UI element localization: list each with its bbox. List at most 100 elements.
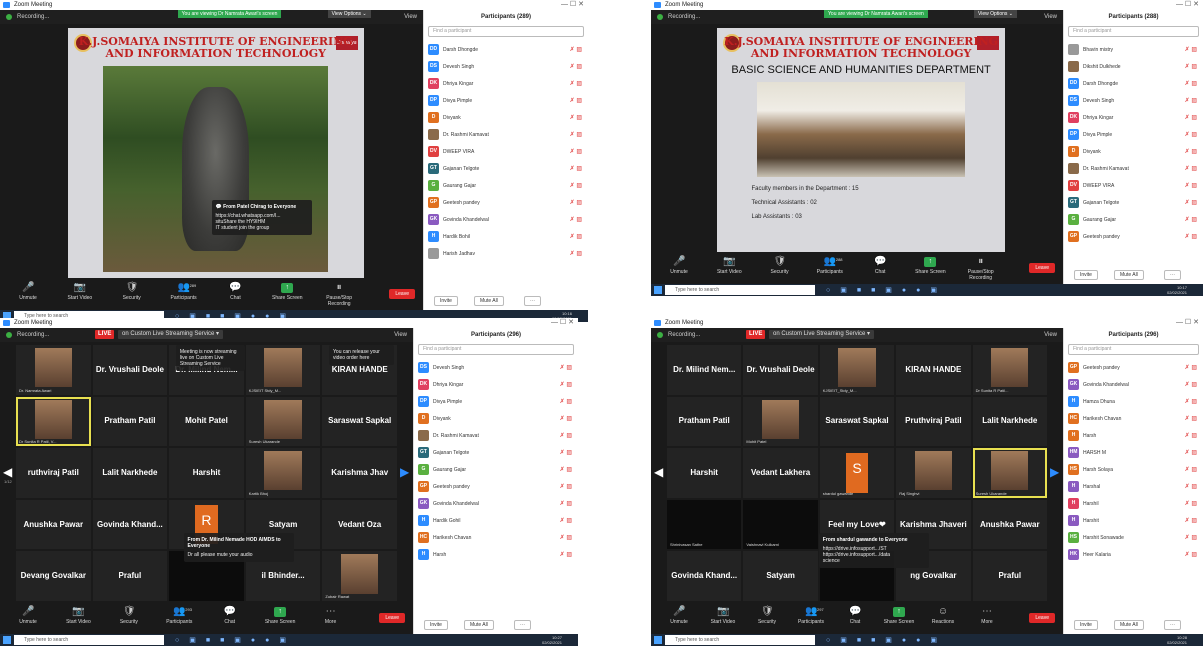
video-tile[interactable]: Dr. Milind Nem... [667,345,742,395]
video-tile[interactable]: Kartik Bhoj [245,448,321,498]
participant-row[interactable]: H Harshil ✗ ▨ [1068,496,1199,513]
video-tile[interactable]: Praful [92,551,168,601]
live-badge[interactable]: LIVE [95,330,115,339]
participant-row[interactable]: DK Dhriya Kingar ✗ ▨ [1068,110,1199,127]
toolbar-start-videobutton[interactable]: 📷 Start Video [703,607,743,626]
toolbar-reactionsbutton[interactable]: ☺ Reactions [923,607,963,626]
toolbar-share-screenbutton[interactable]: ↑ Share Screen [879,607,919,625]
participant-row[interactable]: DS Devesh Singh ✗ ▨ [418,360,574,377]
participant-search-input[interactable]: Find a participant [1068,344,1199,355]
live-badge[interactable]: LIVE [746,330,766,339]
video-tile[interactable]: Dr. Vrushali Deole [92,345,168,395]
toolbar-securitybutton[interactable]: 🛡 Security [112,283,152,302]
participant-row[interactable]: H Harshit ✗ ▨ [1068,513,1199,530]
video-tile[interactable]: Saraswat Sapkal [322,396,397,447]
video-tile[interactable]: Sshardul gawande [819,448,895,498]
video-tile[interactable]: Anushka Pawar [16,499,91,550]
streaming-service-dropdown[interactable]: on Custom Live Streaming Service ▾ [769,330,875,339]
toolbar-unmutebutton[interactable]: 🎤 Unmute [659,257,699,276]
toolbar-start-videobutton[interactable]: 📷 Start Video [709,257,749,276]
more-options-button[interactable]: ⋯ [514,620,531,630]
recording-indicator[interactable]: Recording... [17,328,49,342]
window-controls[interactable]: — ☐ ✕ [1176,0,1199,10]
leave-meeting-button[interactable]: Leave [389,289,415,299]
video-tile[interactable]: KJSIEIT_Stdy_M... [819,345,895,395]
toolbar-participantsbutton[interactable]: 👥 288 Participants [810,257,850,276]
participant-row[interactable]: DD Darsh Dhongde ✗ ▨ [1068,76,1199,93]
participant-row[interactable]: HM HARSH M ✗ ▨ [1068,445,1199,462]
video-tile[interactable]: Zubair Rawat [322,551,397,601]
mute-all-button[interactable]: Mute All [1114,620,1144,630]
participant-row[interactable]: GT Gajanan Telgote ✗ ▨ [428,161,584,178]
participant-row[interactable]: HS Harshit Sonawade ✗ ▨ [1068,530,1199,547]
participant-row[interactable]: Dr. Rashmi Kamavat ✗ ▨ [1068,161,1199,178]
video-tile[interactable]: Dr Sunita R Patil, V... [16,396,91,447]
participant-row[interactable]: DS Devesh Singh ✗ ▨ [428,59,584,76]
encryption-shield-icon[interactable] [6,14,12,20]
toolbar-pause-stop-recordingbutton[interactable]: ⏸ Pause/Stop Recording [319,283,359,308]
toolbar-unmutebutton[interactable]: 🎤 Unmute [8,283,48,302]
toolbar-securitybutton[interactable]: 🛡 Security [747,607,787,626]
participant-row[interactable]: H Hamza Dhuna ✗ ▨ [1068,394,1199,411]
video-tile[interactable]: Vedant Lakhera [743,448,818,498]
recording-indicator[interactable]: Recording... [668,10,700,24]
next-page-arrow-icon[interactable]: ▶ [400,465,409,479]
toolbar-share-screenbutton[interactable]: ↑ Share Screen [910,257,950,275]
participant-row[interactable]: H Harsh ✗ ▨ [418,547,574,564]
video-tile[interactable]: Harshit [169,448,244,498]
invite-button[interactable]: Invite [1074,270,1098,280]
participant-row[interactable]: DK Dhriya Kingar ✗ ▨ [428,76,584,93]
prev-page-arrow-icon[interactable]: ◀ [654,465,663,479]
streaming-service-dropdown[interactable]: on Custom Live Streaming Service ▾ [118,330,224,339]
participant-row[interactable]: DS Devesh Singh ✗ ▨ [1068,93,1199,110]
mute-all-button[interactable]: Mute All [474,296,504,306]
participant-row[interactable]: Dr. Rashmi Kamavat ✗ ▨ [418,428,574,445]
video-tile[interactable]: Mohit Patel [169,396,244,447]
participant-row[interactable]: GK Govinda Khandelwal ✗ ▨ [1068,377,1199,394]
video-tile[interactable]: Karishma Jhav [322,448,397,498]
participant-row[interactable]: GP Geetesh pandey ✗ ▨ [428,195,584,212]
toolbar-participantsbutton[interactable]: 👥 293 Participants [159,607,199,626]
taskbar-app-icons[interactable]: ○▣■■▣●●▣ [826,636,947,644]
chat-notification-popup[interactable]: From shardul gawande to Everyone https://… [818,532,929,568]
invite-button[interactable]: Invite [434,296,458,306]
video-tile[interactable]: Harshit [667,448,742,498]
participant-row[interactable]: DV DWEEP VIRA ✗ ▨ [428,144,584,161]
view-button[interactable]: View [1044,328,1057,342]
participant-row[interactable]: DV DWEEP VIRA ✗ ▨ [1068,178,1199,195]
participant-row[interactable]: HC Harikesh Chavan ✗ ▨ [418,530,574,547]
participant-row[interactable]: Dr. Rashmi Kamavat ✗ ▨ [428,127,584,144]
video-tile[interactable]: Govinda Khand... [92,499,168,550]
toolbar-share-screenbutton[interactable]: ↑ Share Screen [267,283,307,301]
encryption-shield-icon[interactable] [657,332,663,338]
participant-row[interactable]: GK Govinda Khandelwal ✗ ▨ [418,496,574,513]
encryption-shield-icon[interactable] [6,332,12,338]
participant-search-input[interactable]: Find a participant [1068,26,1199,37]
participant-row[interactable]: GT Gajanan Telgote ✗ ▨ [418,445,574,462]
windows-start-icon[interactable] [3,636,11,644]
video-tile[interactable]: Lalit Narkhede [92,448,168,498]
video-tile[interactable]: Praful [972,551,1047,601]
video-tile[interactable]: Mohit Patel [743,396,818,447]
taskbar-search-input[interactable]: Type here to search [665,285,815,295]
prev-page-arrow-icon[interactable]: ◀ [3,465,12,479]
windows-start-icon[interactable] [654,636,662,644]
view-button[interactable]: View [394,328,407,342]
video-tile[interactable]: Dr Sunita R Patil... [972,345,1047,395]
toolbar-chatbutton[interactable]: 💬 Chat [215,283,255,302]
toolbar-participantsbutton[interactable]: 👥 289 Participants [164,283,204,302]
video-tile[interactable]: Shrinivasan Sathe [667,499,742,550]
video-tile[interactable]: Raj Singhvi [896,448,971,498]
more-options-button[interactable]: ⋯ [1164,620,1181,630]
more-options-button[interactable]: ⋯ [1164,270,1181,280]
recording-indicator[interactable]: Recording... [668,328,700,342]
leave-meeting-button[interactable]: Leave [379,613,405,623]
participant-row[interactable]: GT Gajanan Telgote ✗ ▨ [1068,195,1199,212]
participant-row[interactable]: G Gaurang Gajar ✗ ▨ [428,178,584,195]
participant-row[interactable]: DP Divya Pimple ✗ ▨ [428,93,584,110]
recording-indicator[interactable]: Recording... [17,10,49,24]
video-tile[interactable]: Saraswat Sapkal [819,396,895,447]
participant-row[interactable]: D Divyank ✗ ▨ [428,110,584,127]
toolbar-chatbutton[interactable]: 💬 Chat [835,607,875,626]
video-tile[interactable]: Govinda Khand... [667,551,742,601]
